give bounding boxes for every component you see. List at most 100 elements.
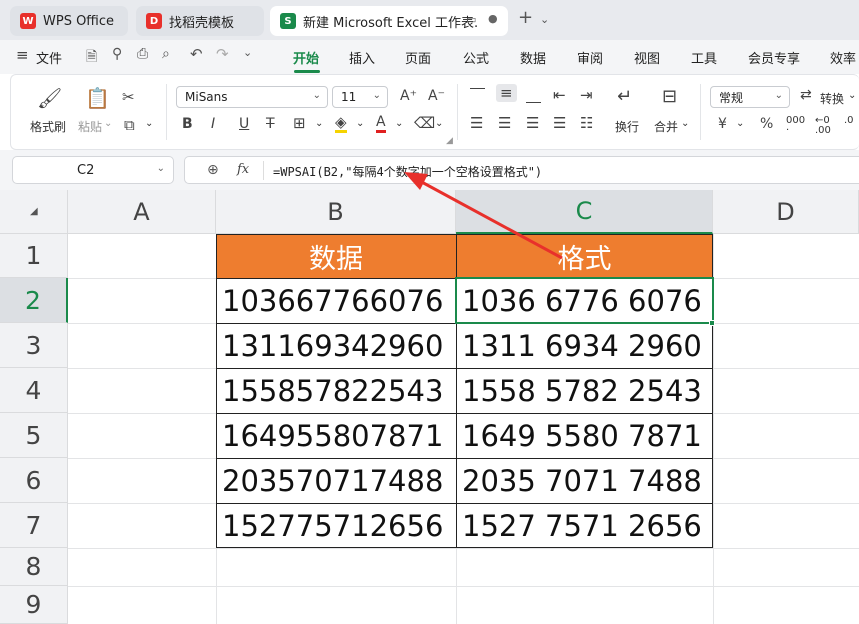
font-color-icon[interactable]: A xyxy=(376,114,386,133)
cell-c3[interactable]: 1311 6934 2960 xyxy=(456,323,713,368)
bold-button[interactable]: B xyxy=(182,116,193,132)
justify-icon[interactable]: ☰ xyxy=(553,114,566,132)
font-name-select[interactable]: MiSans ⌄ xyxy=(176,86,328,108)
decrease-indent-icon[interactable]: ⇤ xyxy=(553,86,566,104)
formula-text[interactable]: =WPSAI(B2,"每隔4个数字加一个空格设置格式") xyxy=(273,163,542,180)
row-header-7[interactable]: 7 xyxy=(0,503,68,548)
percent-button[interactable]: % xyxy=(760,116,773,132)
paste-button[interactable]: 粘贴 xyxy=(78,118,102,135)
cell-b5[interactable]: 164955807871 xyxy=(216,413,456,458)
align-top-icon[interactable]: ⎺ xyxy=(470,86,485,104)
zoom-icon[interactable]: ⊕ xyxy=(207,162,219,178)
align-center-icon[interactable]: ☰ xyxy=(498,114,511,132)
decrease-font-icon[interactable]: A⁻ xyxy=(428,88,445,104)
cut-icon[interactable]: ✂ xyxy=(122,88,135,106)
font-size-select[interactable]: 11 ⌄ xyxy=(332,86,388,108)
more-chevron-icon[interactable]: ⌄ xyxy=(243,46,252,59)
undo-icon[interactable]: ↶ xyxy=(190,45,203,63)
underline-button[interactable]: U xyxy=(239,116,249,132)
menu-tools[interactable]: 工具 xyxy=(691,48,717,67)
increase-decimal-icon[interactable]: ←0.00 xyxy=(815,116,831,136)
save-icon[interactable]: 🗎 xyxy=(86,46,97,70)
column-header-d[interactable]: D xyxy=(713,190,859,234)
cell-b3[interactable]: 131169342960 xyxy=(216,323,456,368)
italic-button[interactable]: I xyxy=(211,116,215,132)
convert-button[interactable]: 转换 xyxy=(820,90,844,107)
print-preview-icon[interactable]: ⌕ xyxy=(162,46,170,62)
menu-home[interactable]: 开始 xyxy=(293,48,319,67)
new-tab-icon[interactable]: + xyxy=(518,7,533,28)
print-icon[interactable]: ⎙ xyxy=(137,46,148,62)
menu-page[interactable]: 页面 xyxy=(405,48,431,67)
chevron-down-icon[interactable]: ⌄ xyxy=(395,118,403,129)
row-header-9[interactable]: 9 xyxy=(0,586,68,624)
number-format-select[interactable]: 常规 ⌄ xyxy=(710,86,790,108)
row-header-4[interactable]: 4 xyxy=(0,368,68,413)
name-box[interactable]: C2 ⌄ xyxy=(12,156,174,184)
cell-b7[interactable]: 152775712656 xyxy=(216,503,456,548)
menu-file[interactable]: 文件 xyxy=(36,48,62,67)
chevron-down-icon[interactable]: ⌄ xyxy=(315,118,323,129)
cell-c7[interactable]: 1527 7571 2656 xyxy=(456,503,713,548)
merge-cells-button[interactable]: 合并 xyxy=(654,118,678,135)
tab-wps-office[interactable]: W WPS Office xyxy=(10,6,128,36)
chevron-down-icon[interactable]: ⌄ xyxy=(157,163,165,174)
formula-input[interactable]: ⊕ fx =WPSAI(B2,"每隔4个数字加一个空格设置格式") xyxy=(184,156,859,184)
menu-insert[interactable]: 插入 xyxy=(349,48,375,67)
copy-chevron-icon[interactable]: ⌄ xyxy=(145,118,153,129)
currency-button[interactable]: ¥ xyxy=(718,116,727,132)
cell-b6[interactable]: 203570717488 xyxy=(216,458,456,503)
link-icon[interactable]: ⚲ xyxy=(112,46,122,62)
function-icon[interactable]: fx xyxy=(237,162,249,177)
column-header-c[interactable]: C xyxy=(456,190,713,234)
row-header-5[interactable]: 5 xyxy=(0,413,68,458)
column-header-b[interactable]: B xyxy=(216,190,456,234)
menu-review[interactable]: 审阅 xyxy=(577,48,603,67)
copy-icon[interactable]: ⧉ xyxy=(124,116,135,134)
clear-format-icon[interactable]: ⌫ xyxy=(414,114,435,132)
redo-icon[interactable]: ↷ xyxy=(216,45,229,63)
align-right-icon[interactable]: ☰ xyxy=(526,114,539,132)
fill-color-icon[interactable]: ◈ xyxy=(335,114,347,133)
cell-c4[interactable]: 1558 5782 2543 xyxy=(456,368,713,413)
menu-member[interactable]: 会员专享 xyxy=(748,48,800,67)
cell-c2[interactable]: 1036 6776 6076 xyxy=(456,278,713,323)
column-header-a[interactable]: A xyxy=(68,190,216,234)
align-middle-icon[interactable]: ≡ xyxy=(496,84,517,102)
menu-view[interactable]: 视图 xyxy=(634,48,660,67)
format-painter-button[interactable]: 格式刷 xyxy=(30,118,66,135)
tab-excel-workbook[interactable]: S 新建 Microsoft Excel 工作表. ▭ ● xyxy=(270,6,508,36)
tab-template[interactable]: D 找稻壳模板 xyxy=(136,6,264,36)
increase-indent-icon[interactable]: ⇥ xyxy=(580,86,593,104)
paste-chevron-icon[interactable]: ⌄ xyxy=(104,118,112,129)
strikethrough-icon[interactable]: T xyxy=(266,116,275,132)
menu-formula[interactable]: 公式 xyxy=(463,48,489,67)
tab-list-chevron-icon[interactable]: ⌄ xyxy=(540,13,549,26)
menu-icon[interactable]: ≡ xyxy=(16,46,29,64)
fill-handle[interactable] xyxy=(709,320,715,326)
cell-c5[interactable]: 1649 5580 7871 xyxy=(456,413,713,458)
align-left-icon[interactable]: ☰ xyxy=(470,114,483,132)
menu-data[interactable]: 数据 xyxy=(520,48,546,67)
font-dialog-launcher-icon[interactable]: ◢ xyxy=(446,136,453,146)
decrease-decimal-icon[interactable]: .0 xyxy=(844,116,854,126)
row-header-8[interactable]: 8 xyxy=(0,548,68,586)
increase-font-icon[interactable]: A⁺ xyxy=(400,88,417,104)
cell-b1-header[interactable]: 数据 xyxy=(216,234,456,278)
cell-b2[interactable]: 103667766076 xyxy=(216,278,456,323)
spreadsheet-grid[interactable]: ◢ A B C D 1 2 3 4 5 6 7 8 9 数据 格式 103667… xyxy=(0,190,859,624)
border-icon[interactable]: ⊞ xyxy=(293,114,306,132)
menu-efficiency[interactable]: 效率 xyxy=(830,48,856,67)
chevron-down-icon[interactable]: ⌄ xyxy=(435,118,443,129)
row-header-1[interactable]: 1 xyxy=(0,234,68,278)
distributed-icon[interactable]: ☷ xyxy=(580,114,593,132)
row-header-3[interactable]: 3 xyxy=(0,323,68,368)
cell-c6[interactable]: 2035 7071 7488 xyxy=(456,458,713,503)
align-bottom-icon[interactable]: ⎽ xyxy=(526,86,541,104)
row-header-6[interactable]: 6 xyxy=(0,458,68,503)
wrap-text-button[interactable]: 换行 xyxy=(615,118,639,135)
chevron-down-icon[interactable]: ⌄ xyxy=(736,118,744,129)
select-all-corner[interactable]: ◢ xyxy=(0,190,68,234)
cell-b4[interactable]: 155857822543 xyxy=(216,368,456,413)
chevron-down-icon[interactable]: ⌄ xyxy=(848,90,856,101)
